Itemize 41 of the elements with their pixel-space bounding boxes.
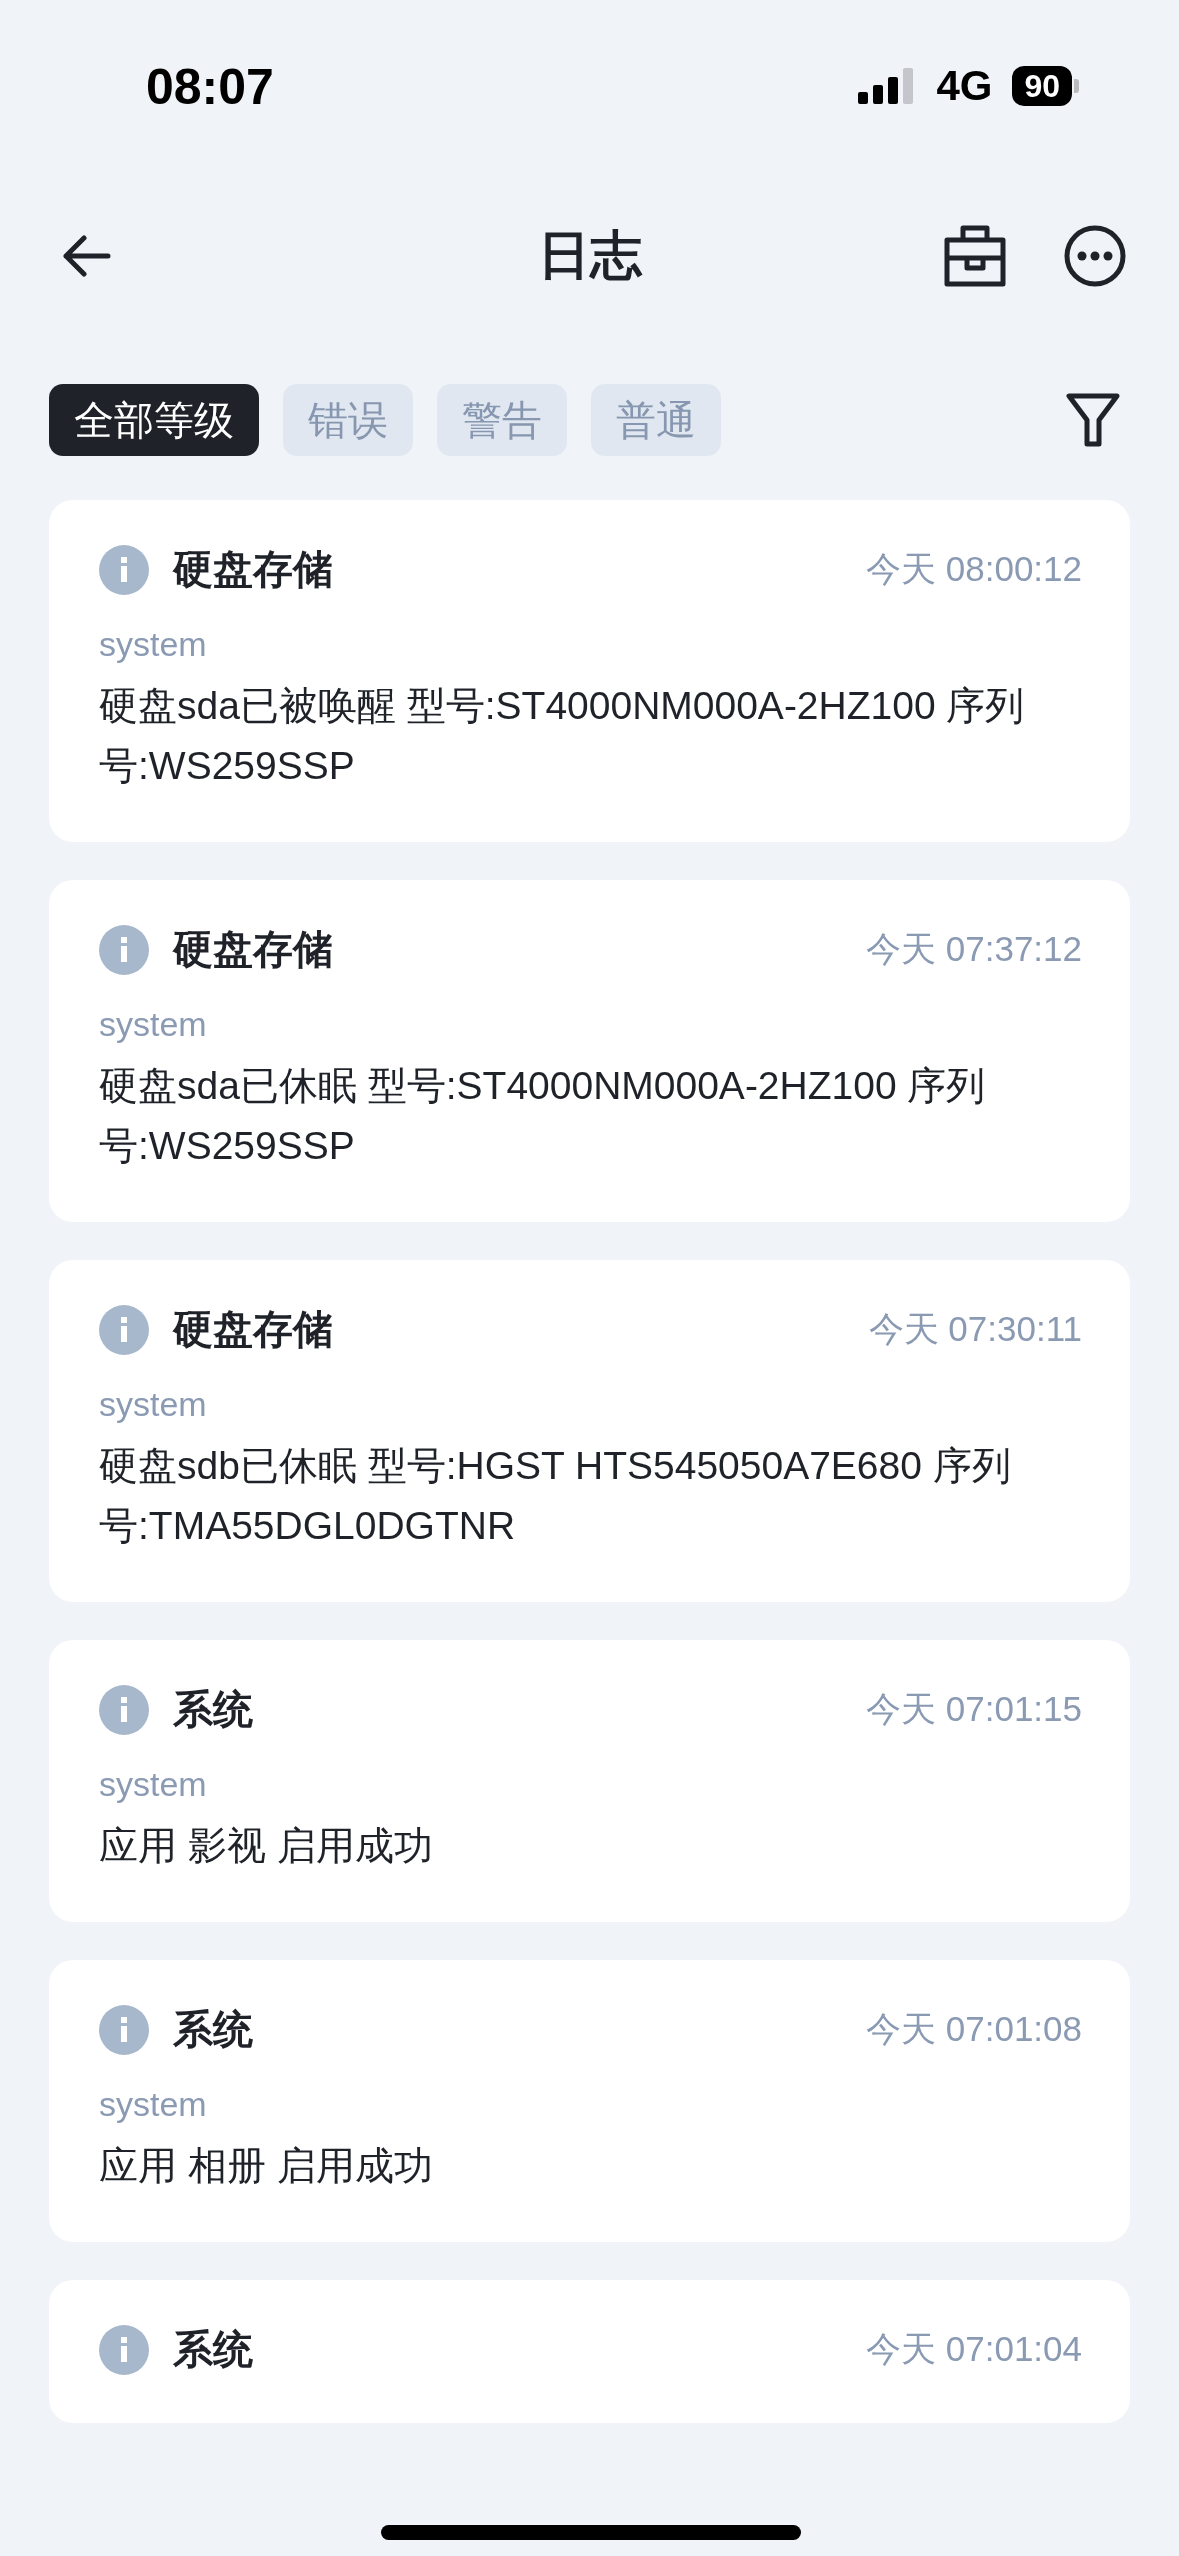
page-title: 日志: [537, 225, 642, 286]
info-icon: [99, 2324, 149, 2375]
log-title: 硬盘存储: [173, 546, 334, 593]
log-source: system: [99, 2085, 208, 2124]
log-card[interactable]: 系统 今天 07:01:04: [49, 2280, 1130, 2423]
filter-icon[interactable]: [1065, 392, 1121, 448]
status-time: 08:07: [146, 58, 274, 116]
network-label: 4G: [936, 62, 993, 110]
info-icon: [99, 924, 149, 975]
log-card[interactable]: 系统 今天 07:01:15 system 应用 影视 启用成功: [49, 1640, 1130, 1922]
log-message: 硬盘sda已休眠 型号:ST4000NM000A-2HZ100 序列号:WS259SSP: [99, 1063, 987, 1169]
level-filter-tab[interactable]: 全部等级: [49, 384, 259, 456]
info-icon: [99, 544, 149, 595]
log-message: 应用 相册 启用成功: [99, 2143, 434, 2189]
log-source: system: [99, 625, 208, 664]
log-title: 硬盘存储: [173, 926, 334, 973]
log-card[interactable]: 硬盘存储 今天 08:00:12 system 硬盘sda已被唤醒 型号:ST4000NM000A-2HZ100 序列号:WS259SSP: [49, 500, 1130, 842]
log-source: system: [99, 1765, 208, 1804]
log-message: 硬盘sdb已休眠 型号:HGST HTS545050A7E680 序列号:TMA55DGL0DGTNR: [99, 1443, 1012, 1549]
log-time: 今天 07:01:08: [866, 2008, 1082, 2050]
log-message: 应用 影视 启用成功: [99, 1823, 434, 1869]
log-message: 硬盘sda已被唤醒 型号:ST4000NM000A-2HZ100 序列号:WS259SSP: [99, 683, 1026, 789]
log-title: 硬盘存储: [173, 1306, 334, 1353]
log-time: 今天 07:01:04: [866, 2328, 1082, 2370]
log-card[interactable]: 硬盘存储 今天 07:30:11 system 硬盘sdb已休眠 型号:HGST HTS545050A7E680 序列号:TMA55DGL0DGTNR: [49, 1260, 1130, 1602]
info-icon: [99, 1684, 149, 1735]
log-time: 今天 08:00:12: [866, 548, 1082, 590]
toolbox-icon[interactable]: [943, 224, 1007, 288]
more-icon[interactable]: [1063, 224, 1127, 288]
log-source: system: [99, 1385, 208, 1424]
log-time: 今天 07:01:15: [866, 1688, 1082, 1730]
log-title: 系统: [173, 2006, 254, 2053]
info-icon: [99, 1304, 149, 1355]
log-title: 系统: [173, 1686, 254, 1733]
log-title: 系统: [173, 2326, 254, 2373]
log-time: 今天 07:30:11: [868, 1308, 1082, 1350]
log-card[interactable]: 系统 今天 07:01:08 system 应用 相册 启用成功: [49, 1960, 1130, 2242]
log-time: 今天 07:37:12: [866, 928, 1082, 970]
log-card[interactable]: 硬盘存储 今天 07:37:12 system 硬盘sda已休眠 型号:ST4000NM000A-2HZ100 序列号:WS259SSP: [49, 880, 1130, 1222]
info-icon: [99, 2004, 149, 2055]
log-source: system: [99, 1005, 208, 1044]
